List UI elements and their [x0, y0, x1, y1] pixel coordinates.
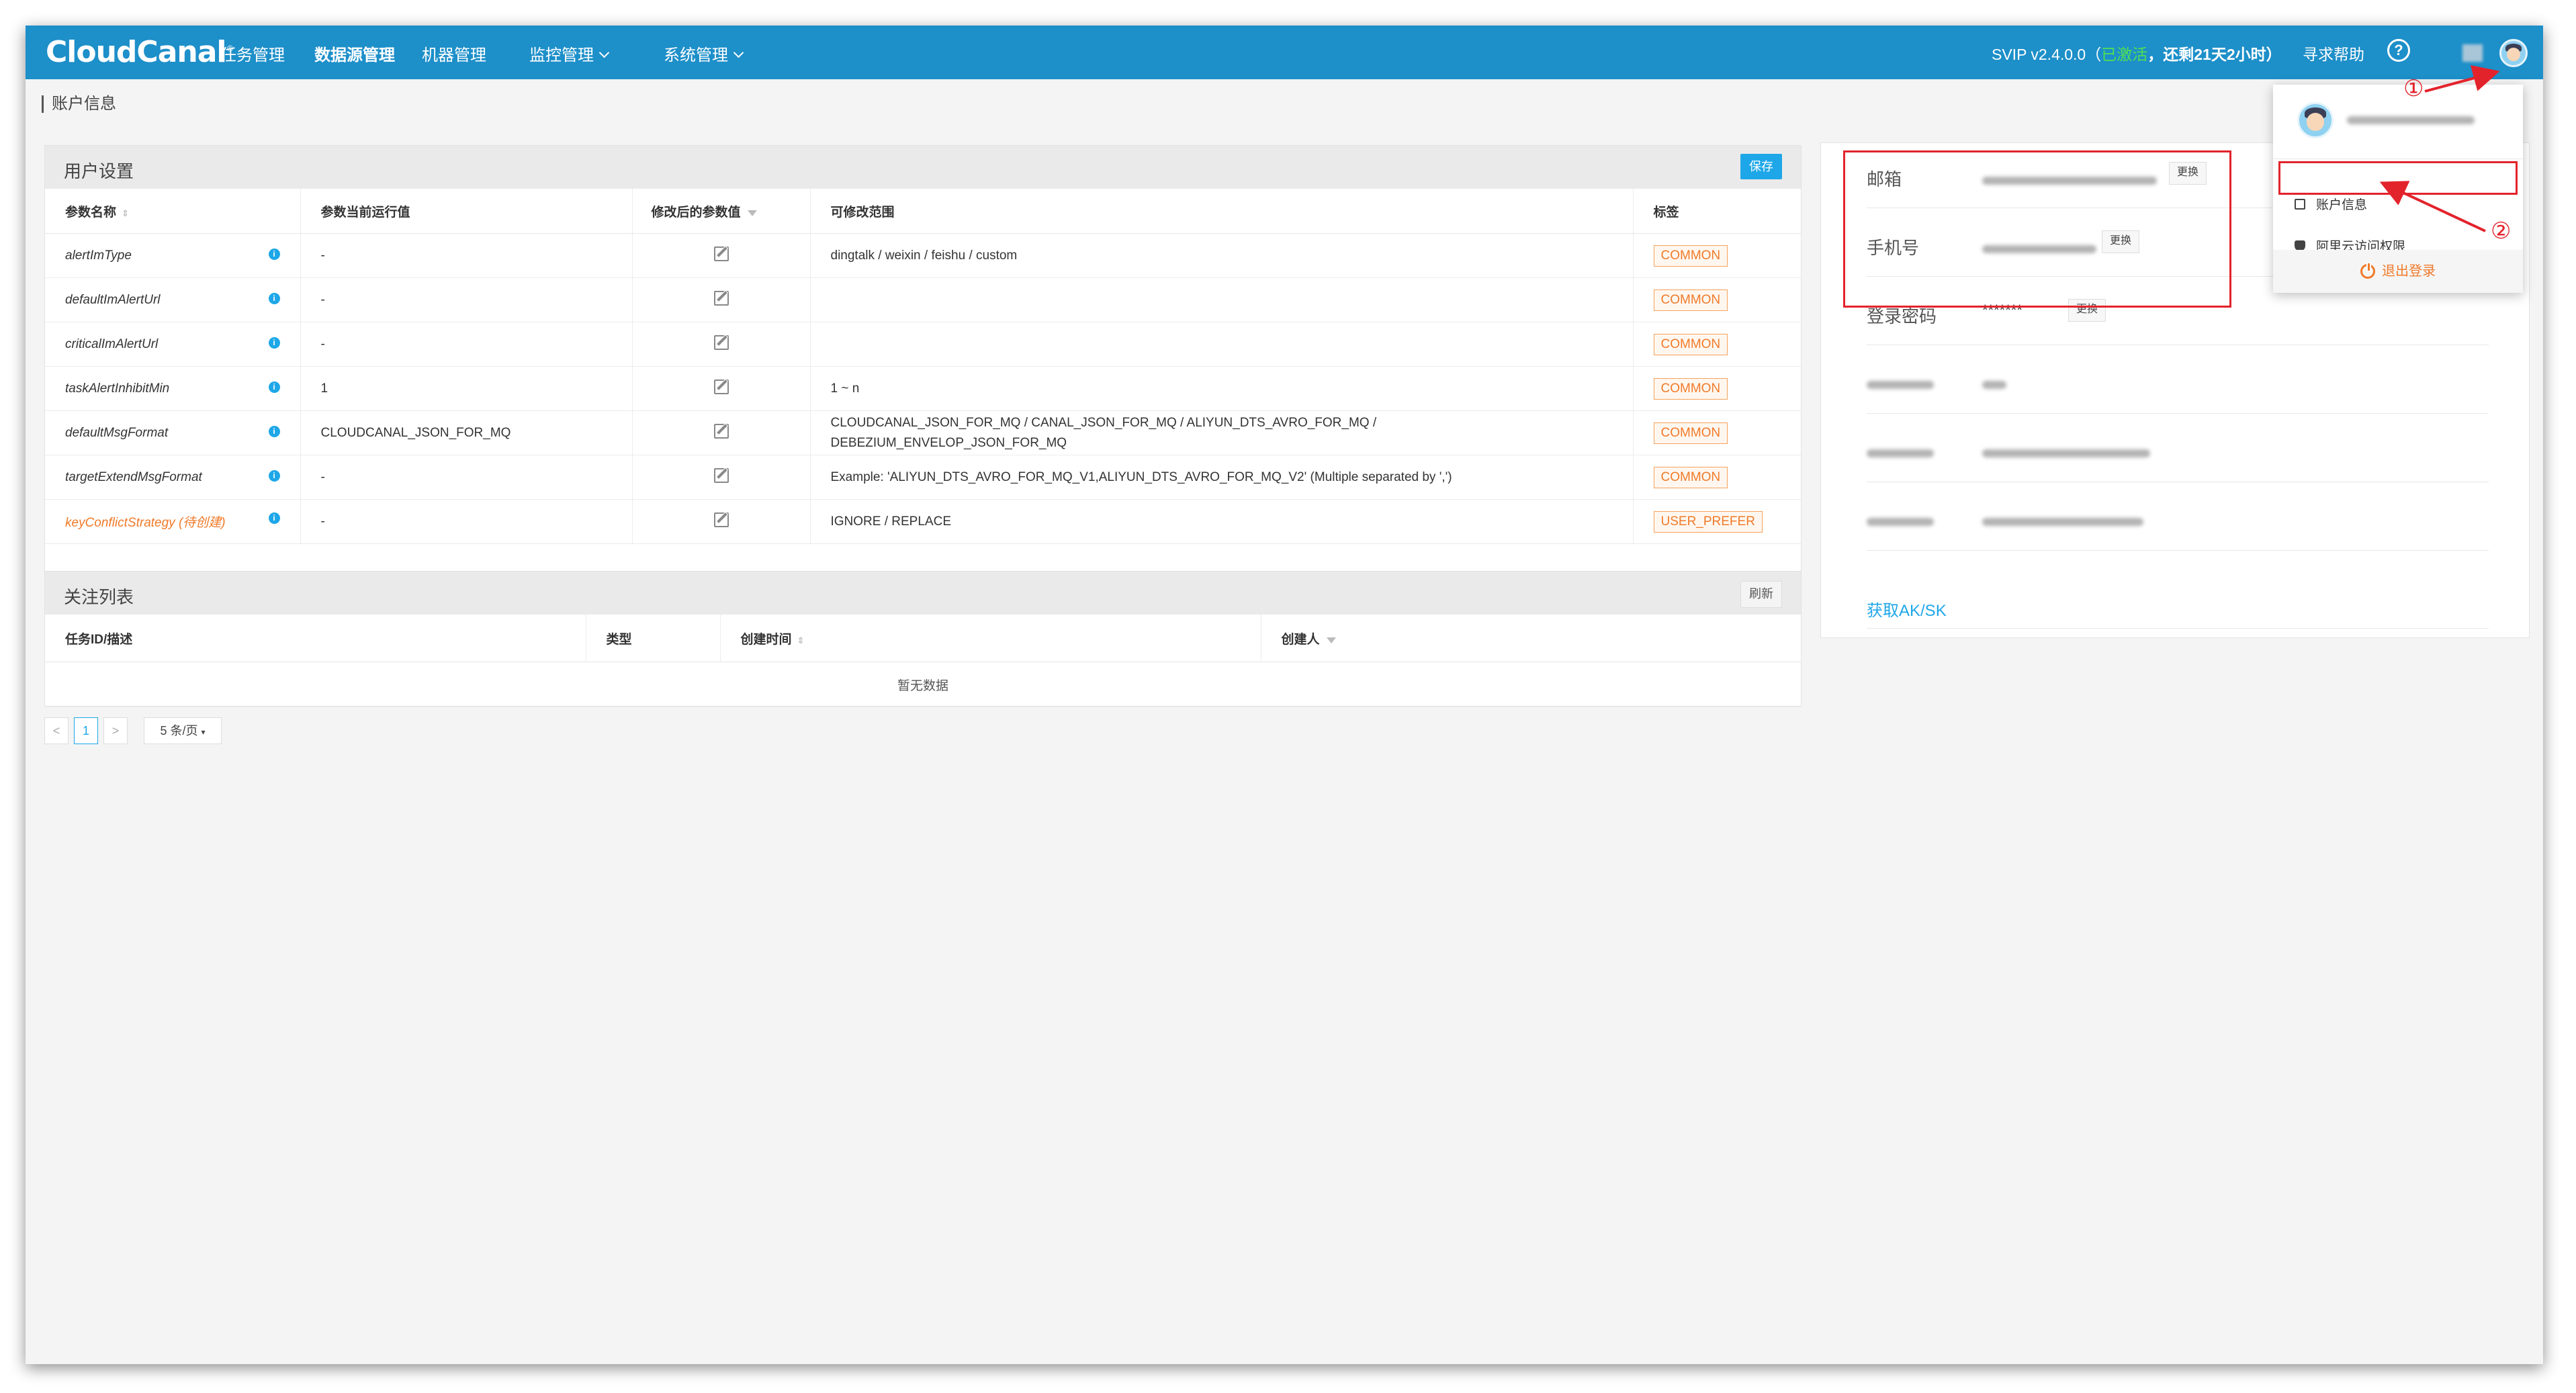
- annotation-arrows: [2379, 65, 2500, 232]
- arrow-to-account-info: [2379, 181, 2486, 232]
- app-window: CloudCanal® 任务管理 数据源管理 机器管理 监控管理 系统管理 SV…: [26, 26, 2543, 1364]
- arrow-to-avatar: [2424, 65, 2500, 93]
